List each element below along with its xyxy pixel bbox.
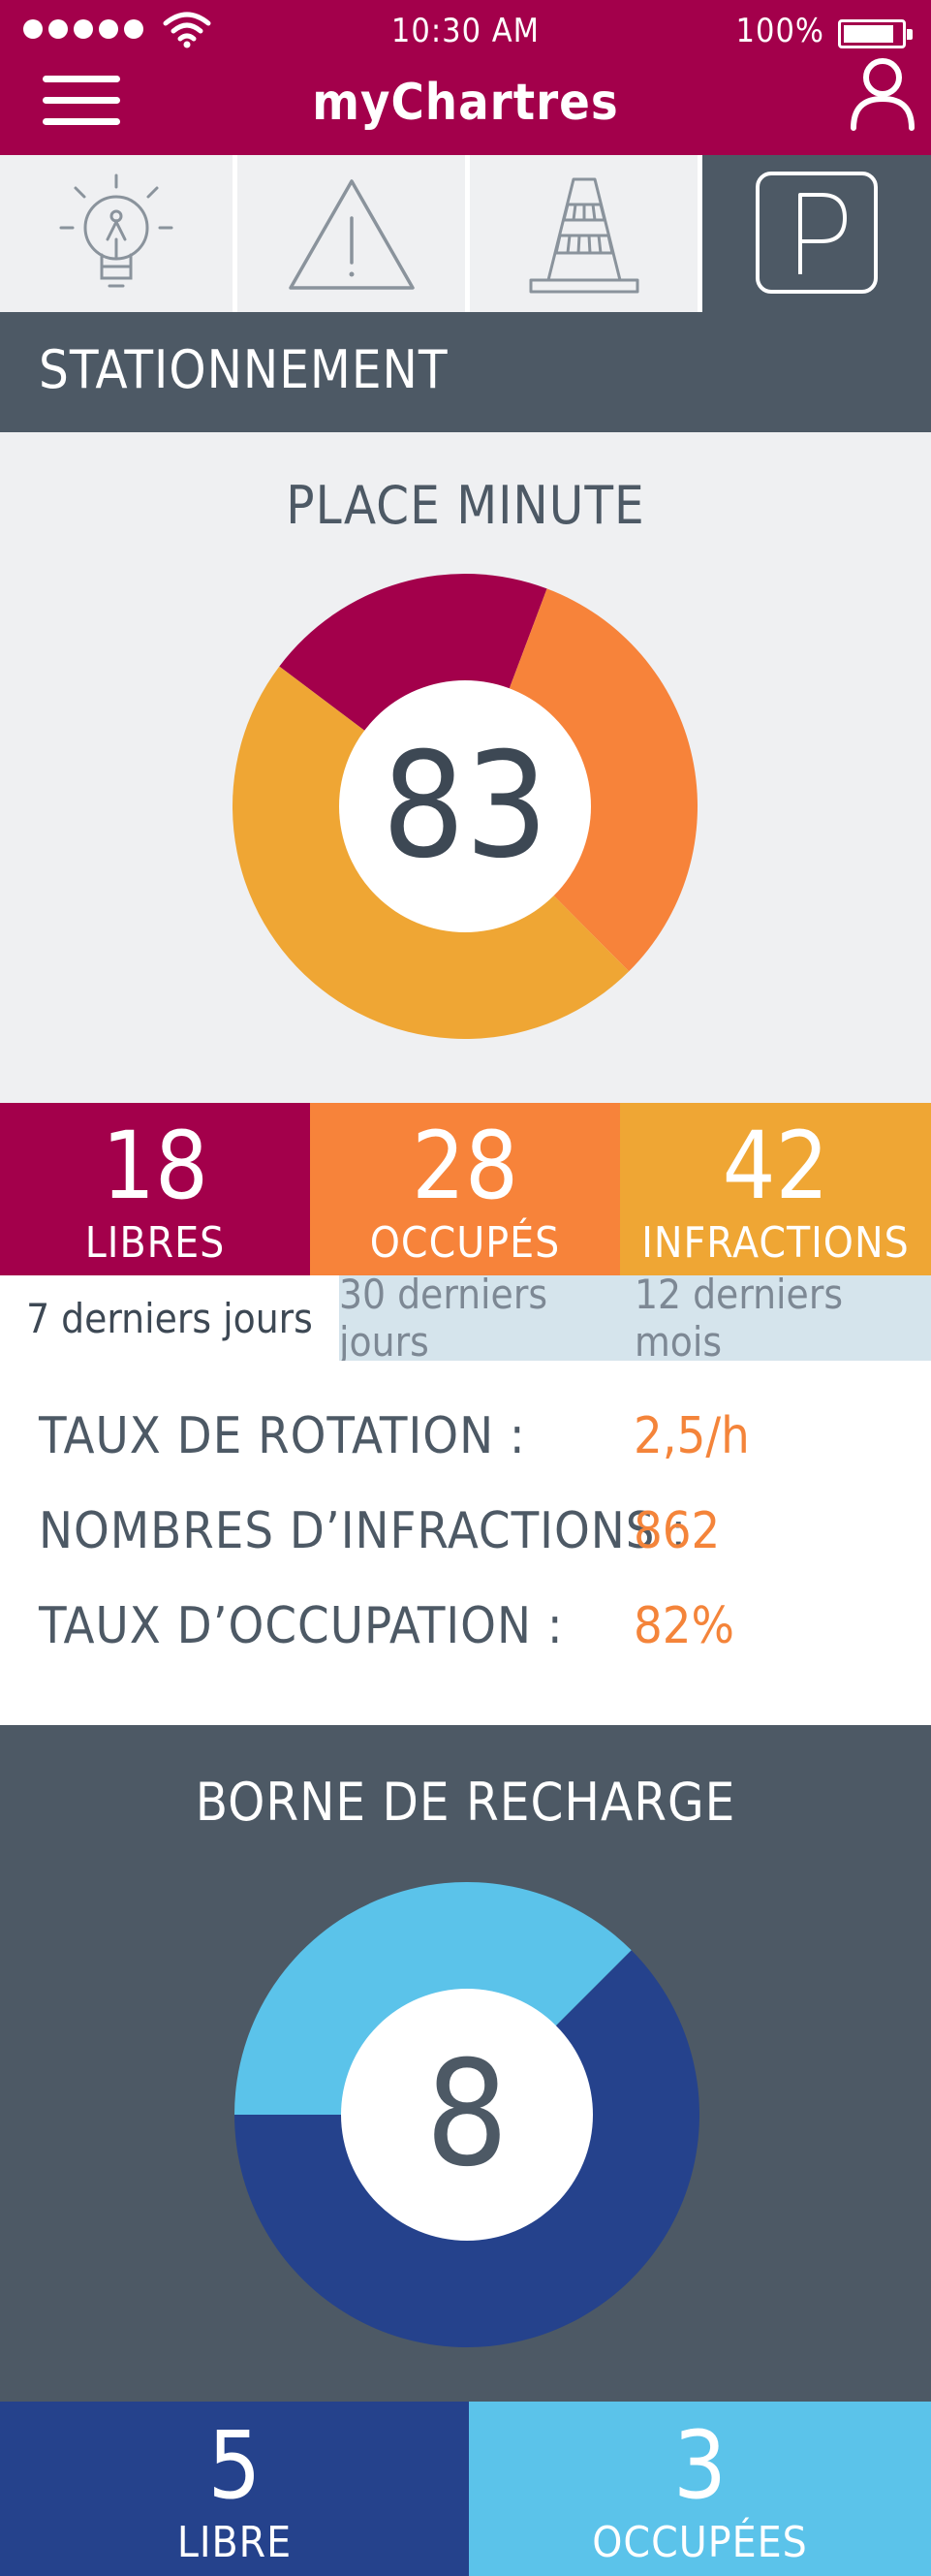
battery-percentage: 100% — [735, 12, 824, 50]
category-tabs — [0, 155, 931, 312]
stat-occupees[interactable]: 3 OCCUPÉES — [469, 2402, 931, 2576]
tab-12-months[interactable]: 12 derniers mois — [635, 1271, 931, 1366]
stat-libres[interactable]: 18 LIBRES — [0, 1103, 310, 1275]
tab-roadworks[interactable] — [465, 155, 698, 312]
app-title: myChartres — [312, 74, 619, 132]
warning-icon — [288, 179, 415, 290]
stat-libre-label: LIBRE — [176, 2517, 293, 2567]
tab-30-days[interactable]: 30 derniers jours — [339, 1271, 635, 1366]
stat-occupes-value: 28 — [412, 1111, 518, 1220]
charging-station-total: 8 — [425, 2030, 509, 2199]
metric-occupation-label: TAUX D’OCCUPATION : — [39, 1597, 564, 1655]
tab-alerts[interactable] — [233, 155, 465, 312]
charging-station-panel: BORNE DE RECHARGE 8 — [0, 1725, 931, 2402]
tab-lighting[interactable] — [0, 155, 233, 312]
section-title: STATIONNEMENT — [39, 339, 449, 400]
place-minute-stats: 18 LIBRES 28 OCCUPÉS 42 INFRACTIONS — [0, 1103, 931, 1275]
place-minute-total: 83 — [382, 722, 548, 891]
traffic-cone-icon — [529, 177, 638, 294]
app-header: 10:30 AM 100% myChartres — [0, 0, 931, 155]
user-profile-icon[interactable] — [848, 54, 917, 132]
stat-libre-value: 5 — [207, 2410, 262, 2520]
metric-infractions-label: NOMBRES D’INFRACTIONS : — [39, 1502, 688, 1560]
stat-libre[interactable]: 5 LIBRE — [0, 2402, 469, 2576]
stat-libres-value: 18 — [102, 1111, 208, 1220]
metric-rotation-label: TAUX DE ROTATION : — [39, 1407, 526, 1465]
tab-7-days[interactable]: 7 derniers jours — [0, 1275, 339, 1361]
place-minute-panel: PLACE MINUTE 83 — [0, 432, 931, 1103]
stat-occupes-label: OCCUPÉS — [369, 1217, 561, 1268]
stat-infractions-label: INFRACTIONS — [641, 1217, 910, 1268]
period-tabs: 7 derniers jours 30 derniers jours 12 de… — [0, 1271, 931, 1366]
stat-infractions[interactable]: 42 INFRACTIONS — [620, 1103, 931, 1275]
lightbulb-icon — [59, 173, 173, 288]
stat-infractions-value: 42 — [722, 1111, 829, 1220]
metric-rotation-value: 2,5/h — [634, 1407, 750, 1465]
place-minute-title: PLACE MINUTE — [286, 475, 645, 536]
stat-occupes[interactable]: 28 OCCUPÉS — [310, 1103, 620, 1275]
parking-icon — [756, 172, 878, 294]
charging-station-title: BORNE DE RECHARGE — [195, 1772, 736, 1833]
section-header: STATIONNEMENT — [0, 312, 931, 432]
metric-occupation-value: 82% — [634, 1597, 734, 1655]
stat-occupees-value: 3 — [673, 2410, 727, 2520]
stat-libres-label: LIBRES — [84, 1217, 226, 1268]
status-bar: 10:30 AM 100% — [0, 0, 931, 60]
metrics-list: TAUX DE ROTATION : 2,5/h NOMBRES D’INFRA… — [0, 1361, 931, 1725]
charging-station-stats: 5 LIBRE 3 OCCUPÉES — [0, 2402, 931, 2576]
tab-parking[interactable] — [698, 155, 931, 312]
battery-icon — [838, 19, 913, 48]
stat-occupees-label: OCCUPÉES — [592, 2517, 808, 2567]
metric-infractions-value: 862 — [634, 1502, 721, 1560]
